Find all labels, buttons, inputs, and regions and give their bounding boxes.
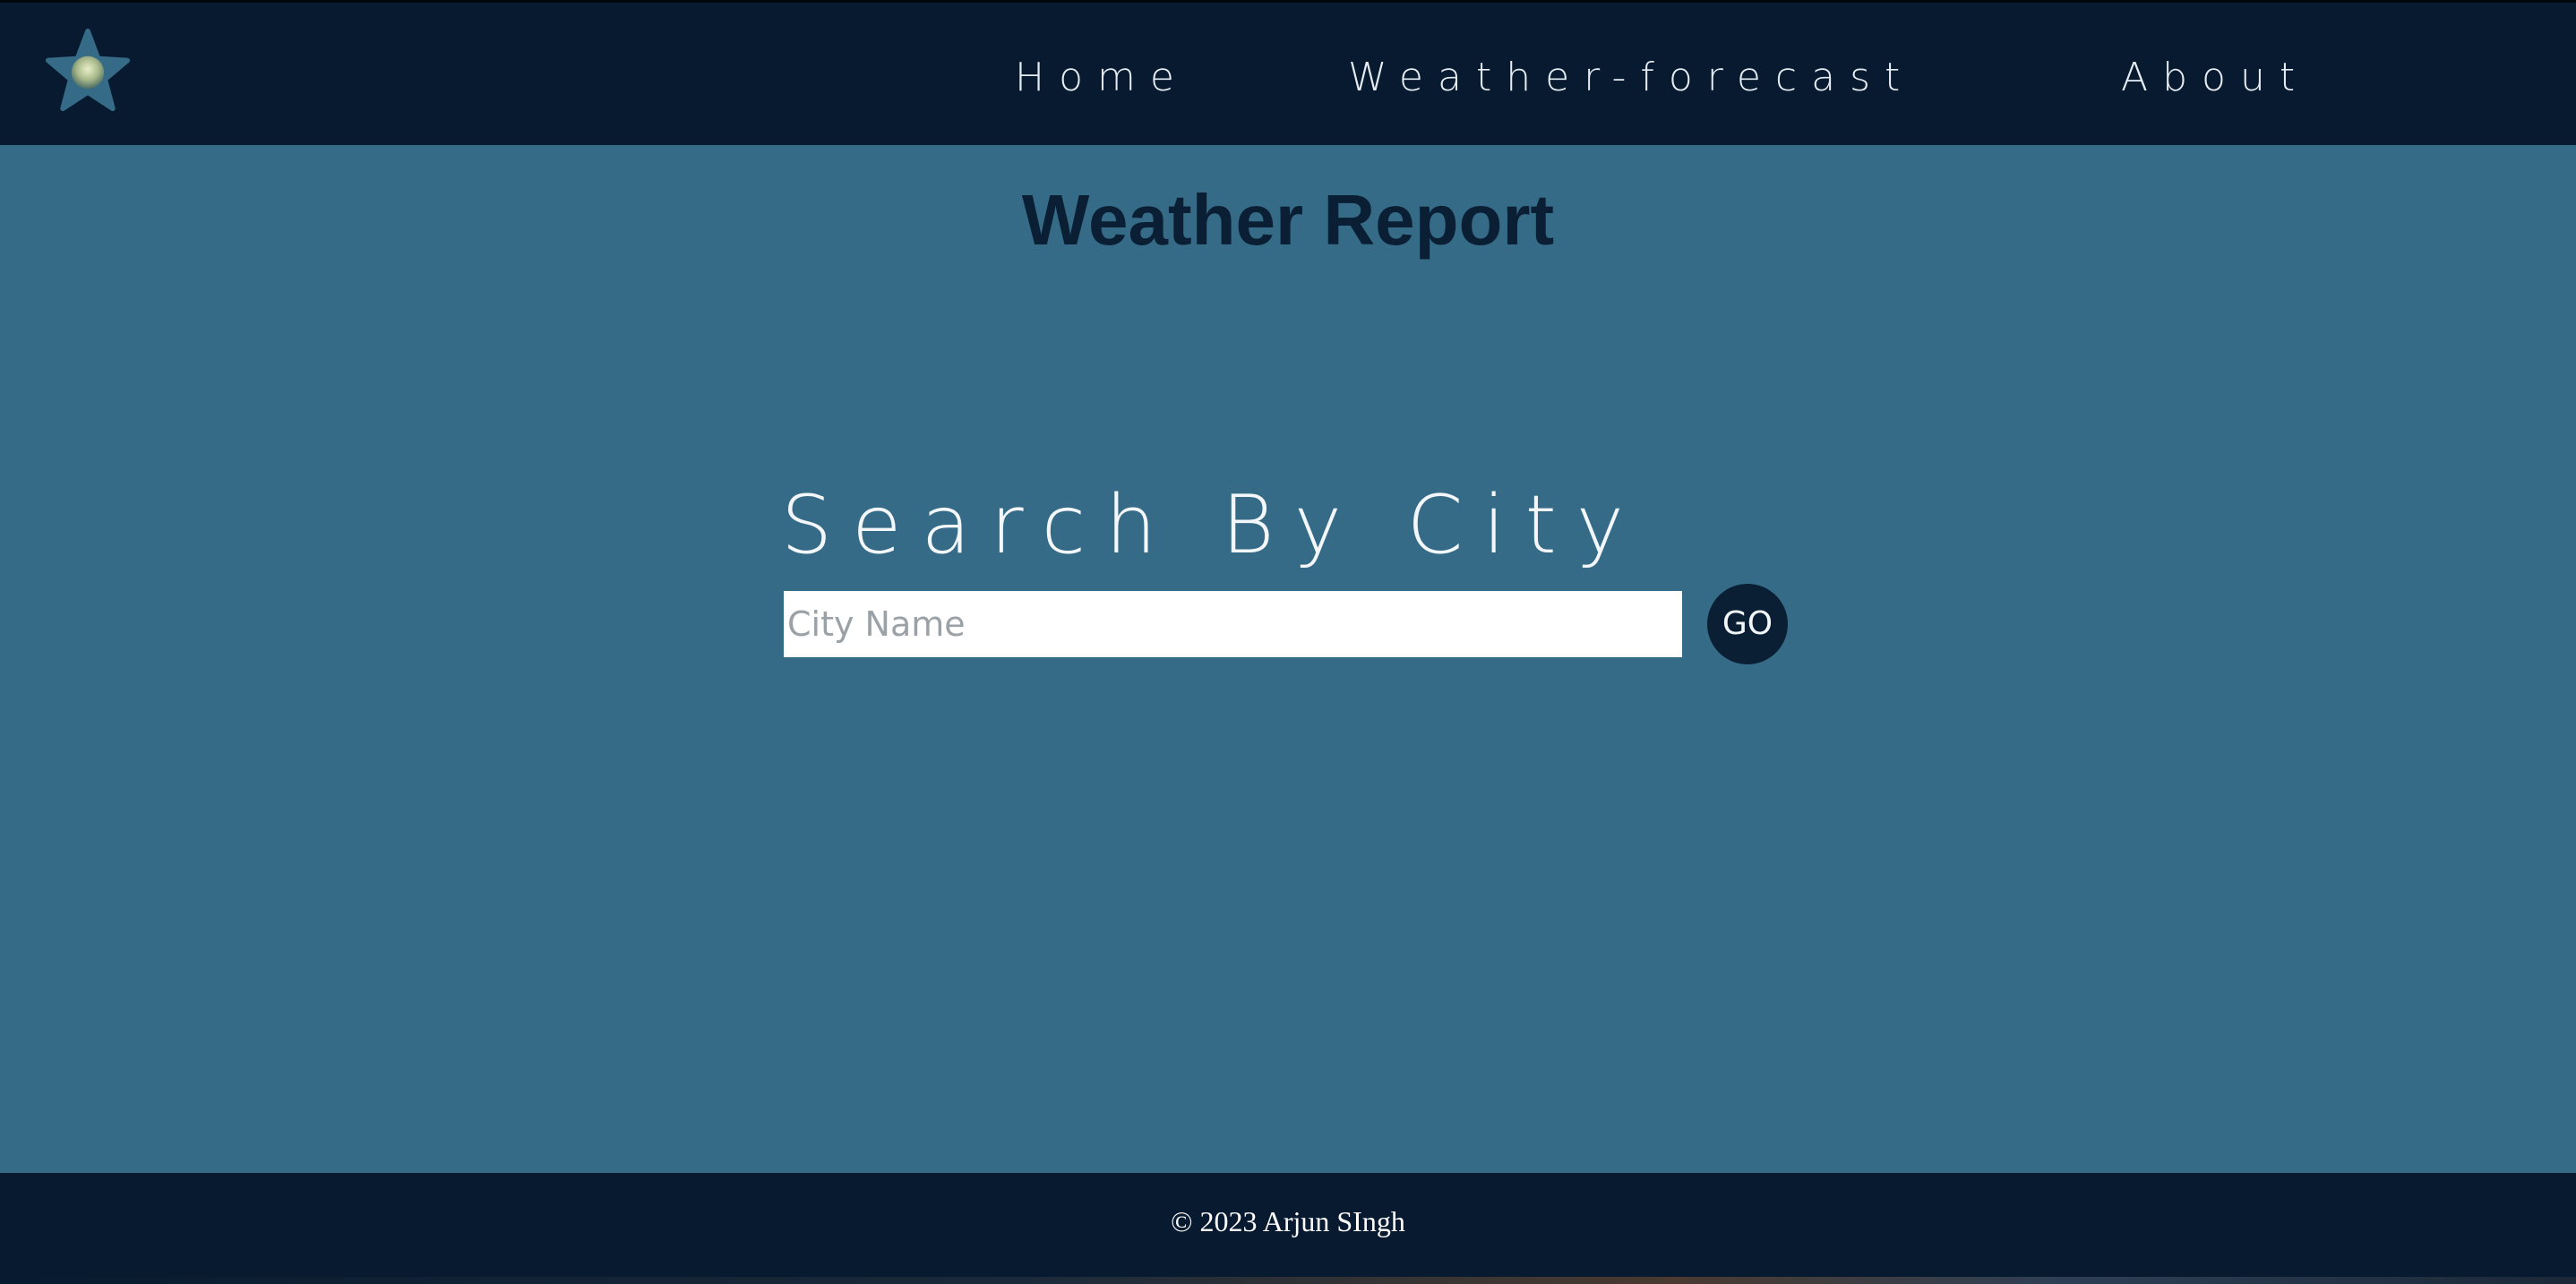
nav-link-about[interactable]: About: [2121, 49, 2309, 107]
search-heading: Search By City: [781, 478, 1644, 572]
nav-link-weather-forecast[interactable]: Weather-forecast: [1348, 49, 1914, 107]
main-content: Weather Report Search By City GO: [0, 145, 2576, 1173]
footer-divider: [0, 1277, 2576, 1284]
footer: © 2023 Arjun SIngh: [0, 1173, 2576, 1284]
footer-copyright: © 2023 Arjun SIngh: [1171, 1205, 1405, 1237]
nav-link-home[interactable]: Home: [1015, 49, 1189, 107]
city-search-input[interactable]: [784, 591, 1682, 657]
navbar: Home Weather-forecast About: [0, 0, 2576, 145]
star-logo-icon[interactable]: [45, 28, 131, 114]
page-title: Weather Report: [1021, 180, 1555, 260]
go-button[interactable]: GO: [1707, 584, 1788, 664]
